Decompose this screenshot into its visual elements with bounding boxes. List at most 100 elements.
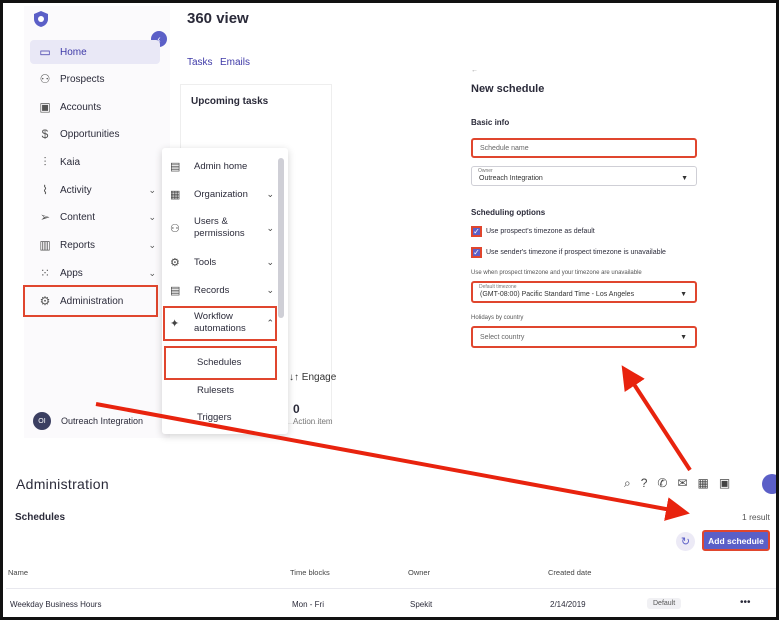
chevron-down-icon: ⌄ [148,267,156,278]
chevron-down-icon: ⌄ [266,257,274,267]
sidebar-item-label: Home [60,46,87,58]
user-settings-icon: ⚇ [170,222,180,235]
menu-item-label: Tools [194,256,217,268]
menu-item-label: Organization [194,188,248,200]
sidebar-item-apps[interactable]: ⁙ Apps ⌄ [30,261,160,285]
holidays-label: Holidays by country [471,315,524,321]
cell-name[interactable]: Weekday Business Hours [10,600,101,609]
building-icon: ▦ [170,189,181,201]
country-placeholder: Select country [480,333,525,341]
sidebar-item-label: Activity [60,184,92,196]
column-header-owner[interactable]: Owner [408,568,430,577]
sidebar-item-reports[interactable]: ▥ Reports ⌄ [30,233,160,257]
records-icon: ▤ [170,285,181,297]
waveform-icon: ⫶ [43,154,47,169]
bar-chart-icon: ▥ [39,238,51,252]
back-arrow-icon[interactable]: ← [471,67,478,74]
sidebar-item-home[interactable]: ▭ Home [30,40,160,64]
engage-label: ↓↑ Engage [289,372,337,383]
send-icon: ➢ [39,210,51,224]
owner-value: Outreach Integration [479,175,543,182]
chevron-down-icon: ⌄ [266,222,274,233]
sidebar-item-content[interactable]: ➢ Content ⌄ [30,205,160,229]
highlight-box-workflow [163,306,277,341]
briefcase-icon: ▣ [39,100,51,114]
chevron-down-icon: ⌄ [148,211,156,222]
engage-subtext: Action item [293,417,333,426]
refresh-icon: ↻ [680,536,691,548]
submenu-item-rulesets[interactable]: Rulesets [197,385,234,396]
dialer-icon[interactable]: ▣ [719,476,730,491]
calendar-icon[interactable]: ▦ [698,476,709,491]
top-toolbar: ⌕ ? ✆ ✉ ▦ ▣ [624,476,730,491]
schedule-name-input[interactable]: Schedule name [471,138,697,158]
checkbox-label: Use prospect's timezone as default [486,228,595,235]
caret-down-icon: ▼ [680,291,687,298]
more-options-icon[interactable]: ••• [740,597,751,608]
tab-emails[interactable]: Emails [220,57,250,68]
column-header-created-date[interactable]: Created date [548,568,591,577]
menu-item-label: Users & permissions [194,216,245,239]
checkbox-sender-timezone[interactable]: ✓ Use sender's timezone if prospect timez… [471,247,666,258]
search-icon[interactable]: ⌕ [624,476,631,491]
menu-item-tools[interactable]: ⚙ Tools ⌄ [170,256,274,270]
submenu-item-triggers[interactable]: Triggers [197,412,232,423]
tab-tasks[interactable]: Tasks [187,57,213,68]
upcoming-tasks-title: Upcoming tasks [191,96,269,107]
sidebar-item-activity[interactable]: ⌇ Activity ⌄ [30,178,160,202]
default-badge: Default [647,598,682,609]
chevron-down-icon: ⌄ [148,239,156,250]
section-title: Schedules [15,512,66,523]
user-profile[interactable]: OI Outreach Integration [33,412,143,430]
chevron-down-icon: ⌄ [266,285,274,295]
checkmark-icon: ✓ [471,247,482,258]
highlight-box-schedules [164,346,277,380]
checkbox-prospect-timezone[interactable]: ✓ Use prospect's timezone as default [471,226,595,237]
highlight-box-administration [23,285,158,317]
caret-down-icon: ▼ [681,175,688,182]
avatar: OI [33,412,51,430]
country-select[interactable]: Select country ▼ [471,326,697,348]
phone-icon[interactable]: ✆ [657,476,667,491]
caret-down-icon: ▼ [680,333,687,341]
engage-text: Engage [301,372,337,383]
sidebar-item-label: Opportunities [60,128,120,140]
checkmark-icon: ✓ [471,226,482,237]
chevron-down-icon: ⌄ [266,189,274,199]
grid-icon: ⁙ [39,266,51,280]
column-header-name[interactable]: Name [8,568,28,577]
sidebar-item-label: Apps [60,267,83,279]
mail-icon[interactable]: ✉ [677,476,687,491]
timezone-label: Default timezone [479,284,517,290]
menu-item-users-permissions[interactable]: ⚇ Users & permissions ⌄ [170,216,274,240]
menu-item-records[interactable]: ▤ Records ⌄ [170,284,274,298]
sidebar-item-label: Accounts [60,101,102,113]
section-scheduling-options: Scheduling options [471,208,546,217]
refresh-button[interactable]: ↻ [676,532,695,551]
sidebar-item-accounts[interactable]: ▣ Accounts [30,95,160,119]
tools-icon: ⚙ [170,257,180,269]
engage-value: 0 [293,402,300,416]
sidebar-item-kaia[interactable]: ⫶ Kaia [30,150,160,174]
profile-avatar[interactable] [762,474,779,494]
page-title: 360 view [187,10,249,27]
menu-scrollbar[interactable] [278,158,284,318]
default-timezone-select[interactable]: Default timezone (GMT-08:00) Pacific Stan… [471,281,697,303]
menu-item-admin-home[interactable]: ▤ Admin home [170,160,274,174]
menu-item-label: Records [194,284,230,296]
column-header-time-blocks[interactable]: Time blocks [290,568,330,577]
sidebar-item-prospects[interactable]: ⚇ Prospects [30,67,160,91]
add-schedule-button[interactable]: Add schedule [702,530,770,551]
timezone-note: Use when prospect timezone and your time… [471,270,642,276]
sidebar-item-opportunities[interactable]: $ Opportunities [30,122,160,146]
sidebar-item-label: Reports [60,239,96,251]
menu-item-organization[interactable]: ▦ Organization ⌄ [170,188,274,202]
help-icon[interactable]: ? [641,476,648,491]
cell-created: 2/14/2019 [550,600,586,609]
home-icon: ▭ [39,45,51,59]
schedule-name-placeholder: Schedule name [480,144,529,152]
person-icon: ⚇ [39,72,51,86]
dollar-icon: $ [41,127,49,141]
owner-select[interactable]: Owner Outreach Integration ▼ [471,166,697,186]
outreach-logo-icon[interactable] [33,10,49,28]
